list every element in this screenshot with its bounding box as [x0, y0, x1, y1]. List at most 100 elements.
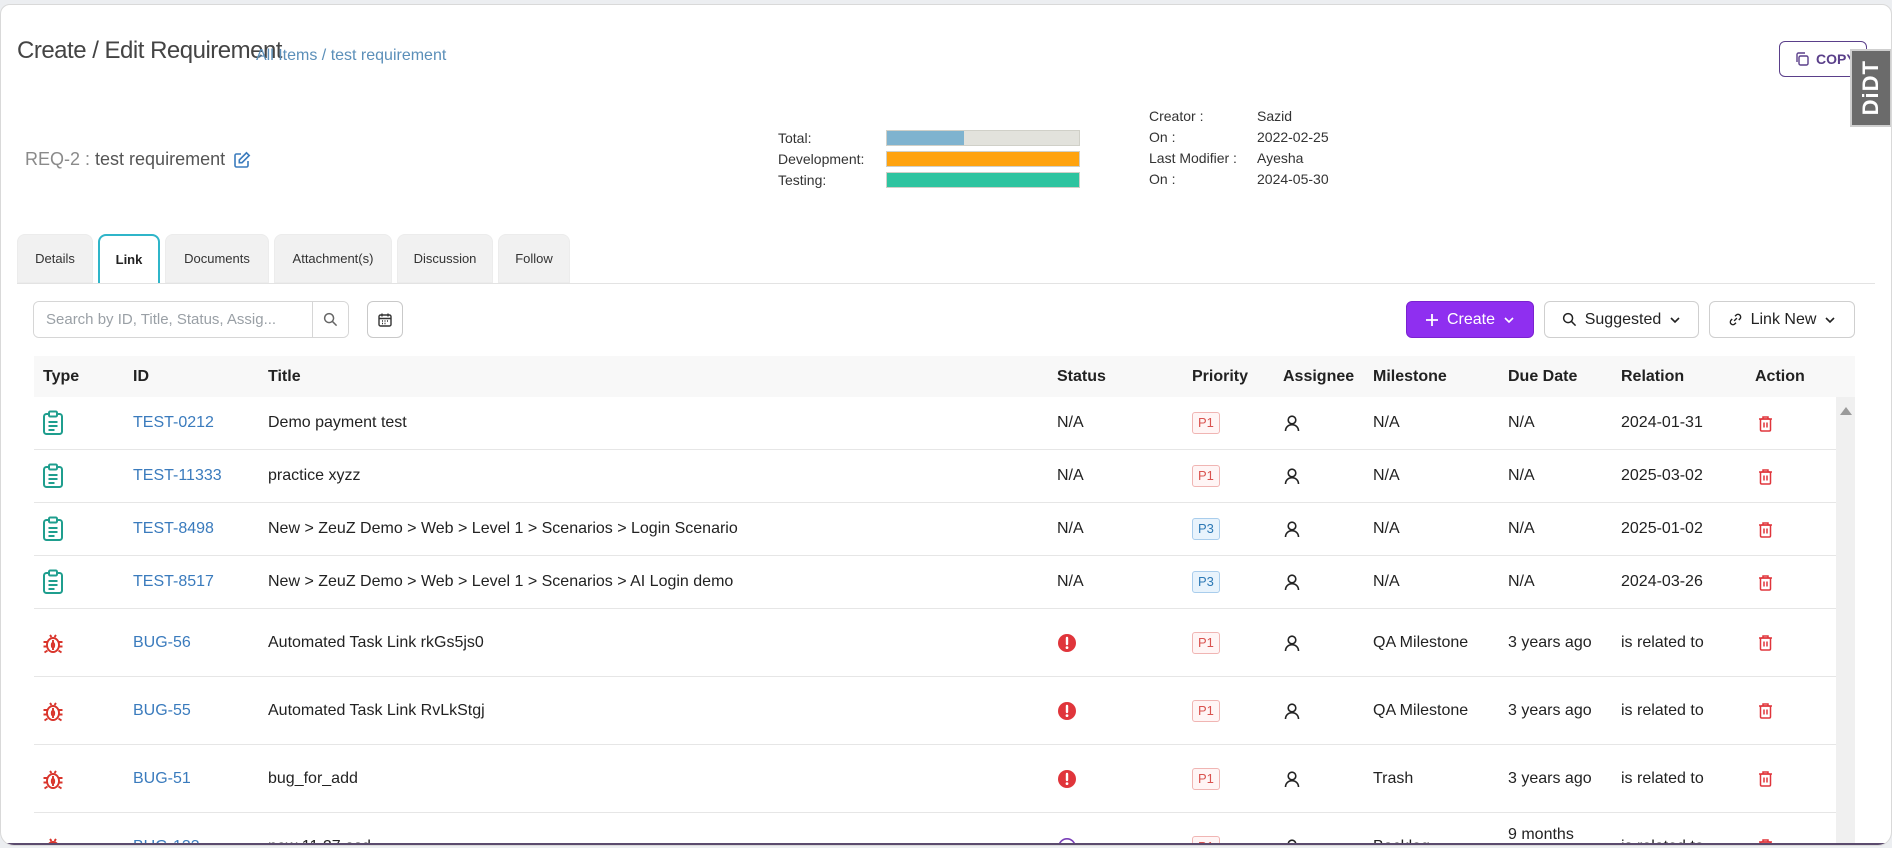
row-type: 0 [41, 745, 65, 812]
row-delete-button[interactable] [1758, 813, 1773, 845]
priority-badge: P3 [1192, 518, 1220, 540]
test-case-icon [43, 463, 63, 488]
priority-badge: P1 [1192, 412, 1220, 434]
column-header-title[interactable]: Title [268, 356, 301, 397]
meta-value: Sazid [1257, 107, 1293, 124]
date-filter-button[interactable] [367, 301, 403, 338]
column-header-milestone[interactable]: Milestone [1373, 356, 1447, 397]
table-header: Type ID Title Status Priority Assignee M… [34, 356, 1855, 397]
row-title: bug_for_add [268, 769, 358, 787]
search-input[interactable] [34, 302, 312, 337]
table-row[interactable]: 0 BUG-51 bug_for_add P1 Trash 3 years ag… [34, 745, 1836, 813]
table-row[interactable]: TEST-11333 practice xyzz N/A P1 N/A N/A … [34, 450, 1836, 503]
calendar-icon [378, 313, 392, 327]
row-id[interactable]: BUG-56 [133, 609, 191, 676]
tab-follow[interactable]: Follow [498, 234, 570, 283]
row-relation: is related to [1621, 701, 1704, 719]
row-assignee[interactable] [1283, 503, 1301, 555]
row-type [41, 503, 65, 555]
row-title: practice xyzz [268, 467, 361, 484]
row-delete-button[interactable] [1758, 450, 1773, 502]
row-milestone: Trash [1373, 769, 1414, 787]
row-due-date: N/A [1508, 467, 1535, 484]
svg-text:0: 0 [50, 640, 55, 650]
status-alert-icon [1058, 701, 1076, 720]
row-relation: 2025-01-02 [1621, 520, 1703, 537]
row-assignee[interactable] [1283, 609, 1301, 676]
scroll-up-icon[interactable] [1840, 407, 1852, 415]
window-bottom-edge [1, 843, 1891, 845]
row-id-link[interactable]: TEST-11333 [133, 467, 222, 485]
test-case-icon [43, 516, 63, 541]
plus-icon [1425, 313, 1438, 326]
column-header-assignee[interactable]: Assignee [1283, 356, 1354, 397]
table-scrollbar[interactable] [1836, 397, 1855, 845]
didt-logo[interactable]: DiDT [1850, 49, 1891, 127]
table-row[interactable]: TEST-0212 Demo payment test N/A P1 N/A N… [34, 397, 1836, 450]
row-id[interactable]: BUG-51 [133, 745, 191, 812]
row-id-link[interactable]: BUG-56 [133, 634, 191, 652]
table-row[interactable]: 0 BUG-55 Automated Task Link RvLkStgj P1… [34, 677, 1836, 745]
suggested-button[interactable]: Suggested [1544, 301, 1699, 338]
breadcrumb-all-items[interactable]: All Items [256, 47, 317, 64]
tab-link[interactable]: Link [98, 234, 160, 283]
column-header-status[interactable]: Status [1057, 356, 1106, 397]
tab-discussion[interactable]: Discussion [397, 234, 493, 283]
tab-attachments[interactable]: Attachment(s) [274, 234, 392, 283]
row-type: 0 [41, 677, 65, 744]
svg-text:0: 0 [50, 776, 55, 786]
row-id-link[interactable]: BUG-55 [133, 702, 191, 720]
row-id-link[interactable]: TEST-8517 [133, 573, 214, 591]
column-header-priority[interactable]: Priority [1192, 356, 1248, 397]
progress-total-fill [887, 130, 964, 145]
row-title: new 11 27 asd [268, 837, 371, 846]
link-new-button[interactable]: Link New [1709, 301, 1855, 338]
row-delete-button[interactable] [1758, 677, 1773, 744]
column-header-relation[interactable]: Relation [1621, 356, 1684, 397]
table-row[interactable]: 0 BUG-56 Automated Task Link rkGs5js0 P1… [34, 609, 1836, 677]
tab-documents[interactable]: Documents [165, 234, 269, 283]
row-id[interactable]: BUG-133 [133, 813, 200, 846]
row-due-date: 3 years ago [1508, 633, 1592, 651]
row-priority: P1 [1192, 450, 1220, 502]
create-button[interactable]: Create [1406, 301, 1534, 338]
didt-logo-text: DiDT [1858, 60, 1883, 116]
row-id-link[interactable]: TEST-0212 [133, 414, 214, 432]
row-id-link[interactable]: TEST-8498 [133, 520, 214, 538]
row-delete-button[interactable] [1758, 556, 1773, 608]
row-assignee[interactable] [1283, 813, 1301, 845]
row-id[interactable]: TEST-11333 [133, 450, 222, 502]
edit-icon[interactable] [233, 151, 251, 169]
progress-testing-fill [887, 172, 1079, 187]
meta-created-on: On : 2022-02-25 [1149, 126, 1329, 147]
row-delete-button[interactable] [1758, 397, 1773, 449]
row-assignee[interactable] [1283, 397, 1301, 449]
row-assignee[interactable] [1283, 677, 1301, 744]
row-id[interactable]: TEST-0212 [133, 397, 214, 449]
search-button[interactable] [312, 302, 348, 337]
test-case-icon [43, 569, 63, 594]
svg-text:0: 0 [50, 708, 55, 718]
table-row[interactable]: TEST-8498 New > ZeuZ Demo > Web > Level … [34, 503, 1836, 556]
tab-details[interactable]: Details [17, 234, 93, 283]
column-header-id[interactable]: ID [133, 356, 149, 397]
row-milestone: N/A [1373, 467, 1400, 484]
row-assignee[interactable] [1283, 745, 1301, 812]
breadcrumb-current[interactable]: test requirement [331, 47, 447, 64]
column-header-due-date[interactable]: Due Date [1508, 356, 1577, 397]
row-type: 0 [41, 609, 65, 676]
user-icon [1284, 574, 1300, 591]
row-delete-button[interactable] [1758, 503, 1773, 555]
priority-badge: P1 [1192, 631, 1220, 654]
row-id-link[interactable]: BUG-51 [133, 770, 191, 788]
row-id[interactable]: BUG-55 [133, 677, 191, 744]
row-delete-button[interactable] [1758, 609, 1773, 676]
row-delete-button[interactable] [1758, 745, 1773, 812]
search-icon [1562, 312, 1576, 327]
table-row[interactable]: TEST-8517 New > ZeuZ Demo > Web > Level … [34, 556, 1836, 609]
row-id[interactable]: TEST-8517 [133, 556, 214, 608]
row-assignee[interactable] [1283, 556, 1301, 608]
table-row[interactable]: 0 BUG-133 new 11 27 asd P1 Backlog 9 mon… [34, 813, 1836, 846]
row-id[interactable]: TEST-8498 [133, 503, 214, 555]
row-assignee[interactable] [1283, 450, 1301, 502]
